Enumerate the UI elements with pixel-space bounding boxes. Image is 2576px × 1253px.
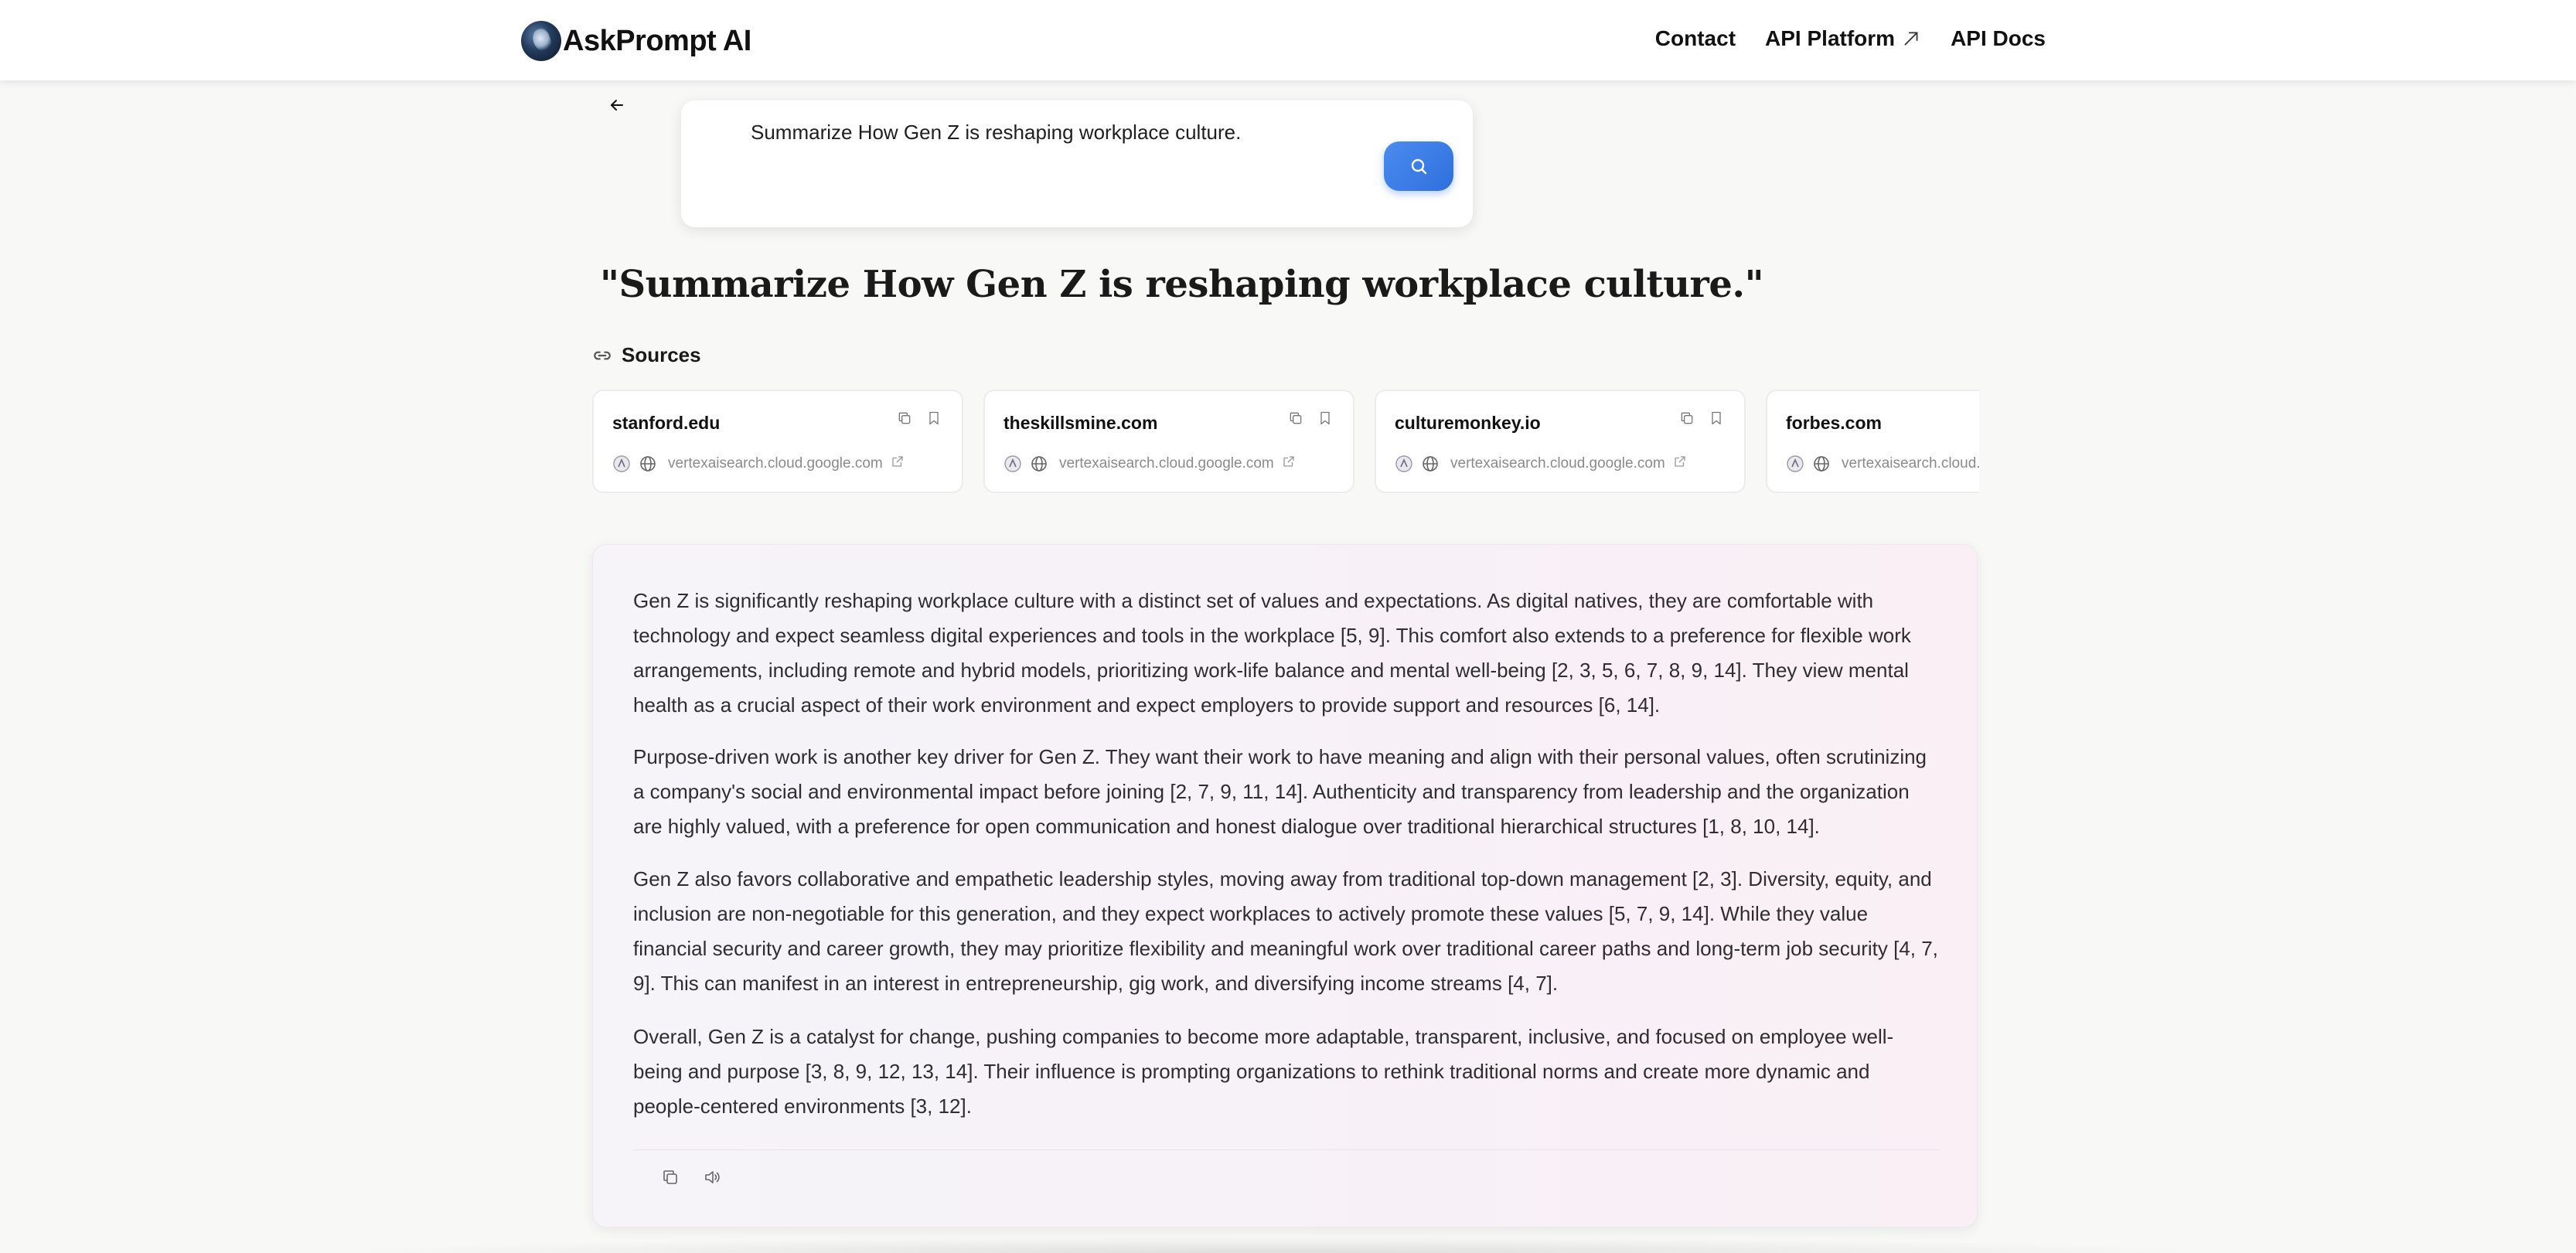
answer-paragraph: Gen Z is significantly reshaping workpla… <box>633 589 1911 717</box>
favicon-icon <box>1395 455 1413 473</box>
favicon-icon <box>1003 455 1022 473</box>
query-title: "Summarize How Gen Z is reshaping workpl… <box>600 263 1764 306</box>
favicon-icon <box>1786 455 1804 473</box>
bookmark-icon[interactable] <box>926 410 942 427</box>
brand-name: AskPrompt AI <box>563 24 751 57</box>
bottom-shadow <box>340 1237 2211 1253</box>
external-link-icon[interactable] <box>1282 455 1300 473</box>
source-card-url: vertexaisearch.cloud.google.com <box>1450 455 1665 472</box>
main-nav: Contact API Platform API Docs <box>1655 26 2046 51</box>
arrow-left-icon <box>611 100 623 111</box>
external-link-icon[interactable] <box>891 455 909 473</box>
bookmark-icon[interactable] <box>1317 410 1333 427</box>
brand-logo-icon <box>521 21 561 61</box>
search-box <box>681 100 1473 227</box>
answer-toolbar <box>661 1168 721 1187</box>
sources-header: Sources <box>592 343 701 367</box>
answer-paragraph: Overall, Gen Z is a catalyst for change,… <box>633 1025 1894 1118</box>
source-card-url: vertexaisearch.cloud.google.com <box>1842 455 1979 472</box>
source-card-actions <box>1679 410 1724 427</box>
source-card[interactable]: forbes.com vertexaisearch.cloud.google.c… <box>1766 390 1979 493</box>
source-card-title: forbes.com <box>1786 413 1882 433</box>
sources-carousel[interactable]: stanford.edu vertexaisearch.cloud.google… <box>592 390 1979 495</box>
favicon-icon <box>612 455 631 473</box>
source-card-actions <box>1288 410 1333 427</box>
nav-link-api-docs[interactable]: API Docs <box>1951 26 2046 51</box>
search-input[interactable] <box>751 121 1369 145</box>
source-card-meta: vertexaisearch.cloud.google.com <box>1395 455 1692 473</box>
source-card-meta: vertexaisearch.cloud.google.com <box>612 455 909 473</box>
link-icon <box>594 351 611 359</box>
answer-paragraph: Gen Z also favors collaborative and empa… <box>633 867 1938 995</box>
source-card[interactable]: theskillsmine.com vertexaisearch.cloud.g… <box>983 390 1354 493</box>
source-card-title: culturemonkey.io <box>1395 413 1541 433</box>
globe-icon <box>1030 455 1048 473</box>
search-icon <box>1411 158 1427 175</box>
source-card-title: theskillsmine.com <box>1003 413 1158 433</box>
nav-link-api-platform[interactable]: API Platform <box>1765 26 1921 51</box>
copy-icon[interactable] <box>897 410 912 427</box>
sources-label: Sources <box>622 343 701 366</box>
answer-divider <box>633 1149 1940 1150</box>
source-card-meta: vertexaisearch.cloud.google.com <box>1003 455 1300 473</box>
source-card-url: vertexaisearch.cloud.google.com <box>668 455 883 472</box>
source-card-actions <box>897 410 942 427</box>
copy-icon[interactable] <box>1288 410 1303 427</box>
top-nav-bar: AskPrompt AI Contact API Platform API Do… <box>0 0 2576 80</box>
bookmark-icon[interactable] <box>1709 410 1724 427</box>
speaker-icon[interactable] <box>703 1168 721 1187</box>
source-card-title: stanford.edu <box>612 413 721 433</box>
globe-icon <box>1812 455 1831 473</box>
answer-card: Gen Z is significantly reshaping workpla… <box>592 544 1978 1227</box>
source-card-url: vertexaisearch.cloud.google.com <box>1059 455 1274 472</box>
copy-icon[interactable] <box>661 1168 680 1187</box>
source-card[interactable]: stanford.edu vertexaisearch.cloud.google… <box>592 390 963 493</box>
globe-icon <box>639 455 657 473</box>
source-card-meta: vertexaisearch.cloud.google.com <box>1786 455 1979 473</box>
search-button[interactable] <box>1384 141 1453 191</box>
brand-home-link[interactable]: AskPrompt AI <box>521 20 751 62</box>
back-button[interactable] <box>605 93 629 117</box>
globe-icon <box>1421 455 1440 473</box>
nav-link-api-platform-label: API Platform <box>1765 26 1896 50</box>
nav-link-contact[interactable]: Contact <box>1655 26 1736 51</box>
copy-icon[interactable] <box>1679 410 1695 427</box>
answer-paragraph: Purpose-driven work is another key drive… <box>633 745 1927 838</box>
source-card[interactable]: culturemonkey.io vertexaisearch.cloud.go… <box>1375 390 1746 493</box>
external-link-icon[interactable] <box>1673 455 1692 473</box>
external-arrow-icon <box>1904 32 1918 46</box>
